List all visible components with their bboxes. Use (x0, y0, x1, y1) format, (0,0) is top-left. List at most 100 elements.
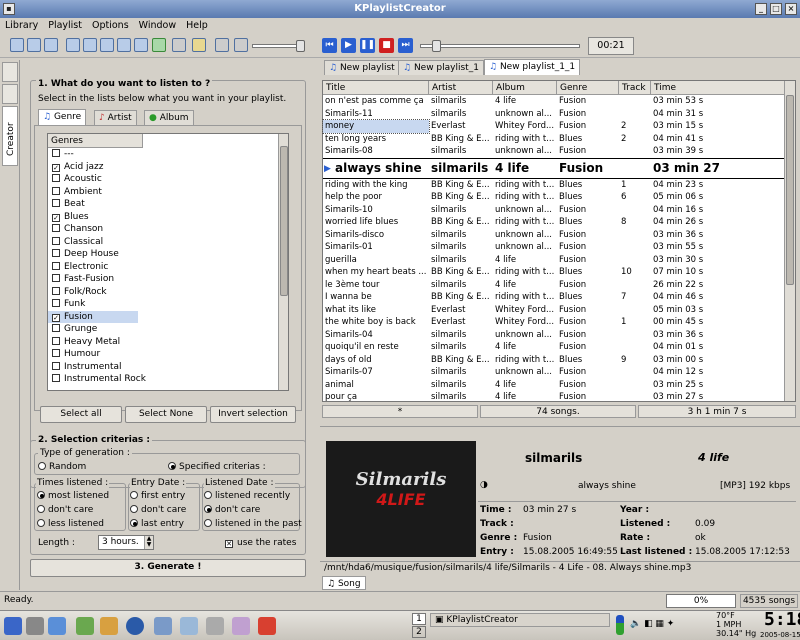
entry-dont-care-option[interactable]: don't care (130, 505, 186, 515)
table-row[interactable]: days of old BB King & E... riding with t..… (323, 354, 785, 367)
genre-checkbox[interactable] (52, 249, 60, 257)
app-menu-icon[interactable]: ▪ (3, 3, 15, 15)
close-icon[interactable]: × (785, 3, 797, 15)
tools-icon[interactable] (192, 38, 206, 52)
table-row[interactable]: le 3ème tour silmarils 4 life Fusion 26 min … (323, 279, 785, 292)
genre-checkbox[interactable] (52, 224, 60, 232)
genre-item[interactable]: --- (48, 148, 288, 161)
listened-past-option[interactable]: listened in the past (204, 519, 302, 529)
col-album[interactable]: Album (493, 81, 557, 95)
genre-checkbox[interactable] (52, 299, 60, 307)
table-row[interactable]: pour ça silmarils 4 life Fusion 03 min 27 s (323, 391, 785, 404)
genre-checkbox[interactable] (52, 349, 60, 357)
random-option[interactable]: Random (38, 462, 86, 472)
menu-options[interactable]: Options (87, 18, 134, 34)
genre-checkbox[interactable] (52, 186, 60, 195)
first-entry-radio[interactable] (130, 491, 138, 499)
table-row[interactable]: I wanna be BB King & E... riding with t...… (323, 291, 785, 304)
listened-dont-care-option[interactable]: don't care (204, 505, 260, 515)
table-row[interactable]: Simarils-08 silmarils unknown al... Fusion 0… (323, 145, 785, 158)
table-row[interactable]: when my heart beats ... BB King & E... rid… (323, 266, 785, 279)
stop-icon[interactable]: ■ (379, 38, 394, 53)
length-spinbox[interactable]: 3 hours. ▲ ▼ (98, 535, 154, 550)
previous-icon[interactable]: ⏮ (322, 38, 337, 53)
genre-item[interactable]: Heavy Metal (48, 336, 288, 349)
table-row[interactable]: guerilla silmarils 4 life Fusion 03 min 30 s (323, 254, 785, 267)
desktop-1[interactable]: 1 (412, 613, 426, 625)
col-track[interactable]: Track (619, 81, 651, 95)
terminal-icon[interactable] (48, 617, 66, 635)
playlist-table[interactable]: Title Artist Album Genre Track Time on n… (322, 80, 796, 402)
select-none-button[interactable]: Select None (125, 406, 207, 423)
maximize-icon[interactable]: □ (770, 3, 782, 15)
table-row[interactable]: help the poor BB King & E... riding with t… (323, 191, 785, 204)
table-row[interactable]: what its like Everlast Whitey Ford... Fusio… (323, 304, 785, 317)
tab-new-playlist[interactable]: ♫ New playlist (324, 60, 400, 75)
editor-icon[interactable] (76, 617, 94, 635)
tab-album[interactable]: ● Album (144, 110, 194, 125)
office-icon[interactable] (232, 617, 250, 635)
genre-checkbox[interactable] (52, 236, 60, 245)
last-entry-radio[interactable] (130, 519, 138, 527)
table-row[interactable]: Simarils-07 silmarils unknown al... Fusion 0… (323, 366, 785, 379)
select-all-button[interactable]: Select all (40, 406, 122, 423)
times-dont-care-radio[interactable] (37, 505, 45, 513)
playlist-scrollbar[interactable] (784, 81, 795, 401)
genre-checkbox[interactable]: ✓ (52, 313, 60, 322)
genre-item[interactable]: Folk/Rock (48, 286, 288, 299)
genre-item[interactable]: Acoustic (48, 173, 288, 186)
table-row[interactable]: worried life blues BB King & E... riding w… (323, 216, 785, 229)
office-suite-icon[interactable] (258, 617, 276, 635)
genre-checkbox[interactable] (52, 174, 60, 182)
genre-item[interactable]: Chanson (48, 223, 288, 236)
genre-checkbox[interactable] (52, 149, 60, 157)
refresh-icon[interactable] (152, 38, 166, 52)
most-listened-radio[interactable] (37, 491, 45, 499)
new-icon[interactable] (44, 38, 58, 52)
times-dont-care-option[interactable]: don't care (37, 505, 93, 515)
tab-new-playlist-1[interactable]: ♫ New playlist_1 (398, 60, 484, 75)
table-row[interactable]: money Everlast Whitey Ford... Fusion 2 03 min… (322, 119, 785, 134)
genre-checkbox[interactable]: ✓ (52, 213, 60, 222)
menu-help[interactable]: Help (181, 18, 213, 34)
table-row[interactable]: animal silmarils 4 life Fusion 03 min 25 s (323, 379, 785, 392)
genre-item[interactable]: Deep House (48, 248, 288, 261)
genre-item[interactable]: Electronic (48, 261, 288, 274)
mail-icon[interactable] (180, 617, 198, 635)
listened-recently-radio[interactable] (204, 491, 212, 499)
systray-icons[interactable]: 🔈 ◧ ▦ ✦ (630, 619, 674, 629)
search-icon[interactable] (10, 38, 24, 52)
menu-window[interactable]: Window (134, 18, 181, 34)
seek-knob[interactable] (432, 40, 441, 52)
desktop-icon[interactable] (26, 617, 44, 635)
table-row[interactable]: Simarils-01 silmarils unknown al... Fusion 0… (323, 241, 785, 254)
table-row[interactable]: quoiqu'il en reste silmarils 4 life Fusion 0… (323, 341, 785, 354)
genre-checkbox[interactable] (52, 286, 60, 295)
kde-menu-icon[interactable] (4, 617, 22, 635)
genre-item[interactable]: Beat (48, 198, 288, 211)
home-icon[interactable] (100, 617, 118, 635)
task-kplaylistcreator[interactable]: ▣ KPlaylistCreator (430, 613, 610, 627)
volume-icon[interactable] (234, 38, 248, 52)
specified-option[interactable]: Specified criterias : (168, 462, 266, 472)
side-tab-library[interactable] (2, 62, 18, 82)
table-row[interactable]: Simarils-11 silmarils unknown al... Fusion 0… (323, 108, 785, 121)
save-as-icon[interactable] (100, 38, 114, 52)
minimize-icon[interactable]: _ (755, 3, 767, 15)
genre-item[interactable]: ✓ Blues (48, 211, 288, 224)
genre-checkbox[interactable] (52, 336, 60, 345)
invert-selection-button[interactable]: Invert selection (210, 406, 296, 423)
less-listened-radio[interactable] (37, 519, 45, 527)
seek-slider[interactable] (420, 44, 580, 48)
table-row[interactable]: on n'est pas comme ça silmarils 4 life Fusi… (323, 95, 785, 108)
network-icon[interactable] (154, 617, 172, 635)
next-icon[interactable]: ⏭ (398, 38, 413, 53)
genre-checkbox[interactable]: ✓ (52, 163, 60, 172)
desktop-2[interactable]: 2 (412, 626, 426, 638)
last-entry-option[interactable]: last entry (130, 519, 184, 529)
table-row[interactable]: riding with the king BB King & E... riding… (323, 178, 785, 191)
use-rates-option[interactable]: ✕ use the rates (225, 538, 296, 548)
genre-item[interactable]: ✓ Acid jazz (48, 161, 288, 174)
genre-item[interactable]: ✓ Fusion (48, 310, 138, 323)
generate-button[interactable]: 3. Generate ! (30, 559, 306, 577)
